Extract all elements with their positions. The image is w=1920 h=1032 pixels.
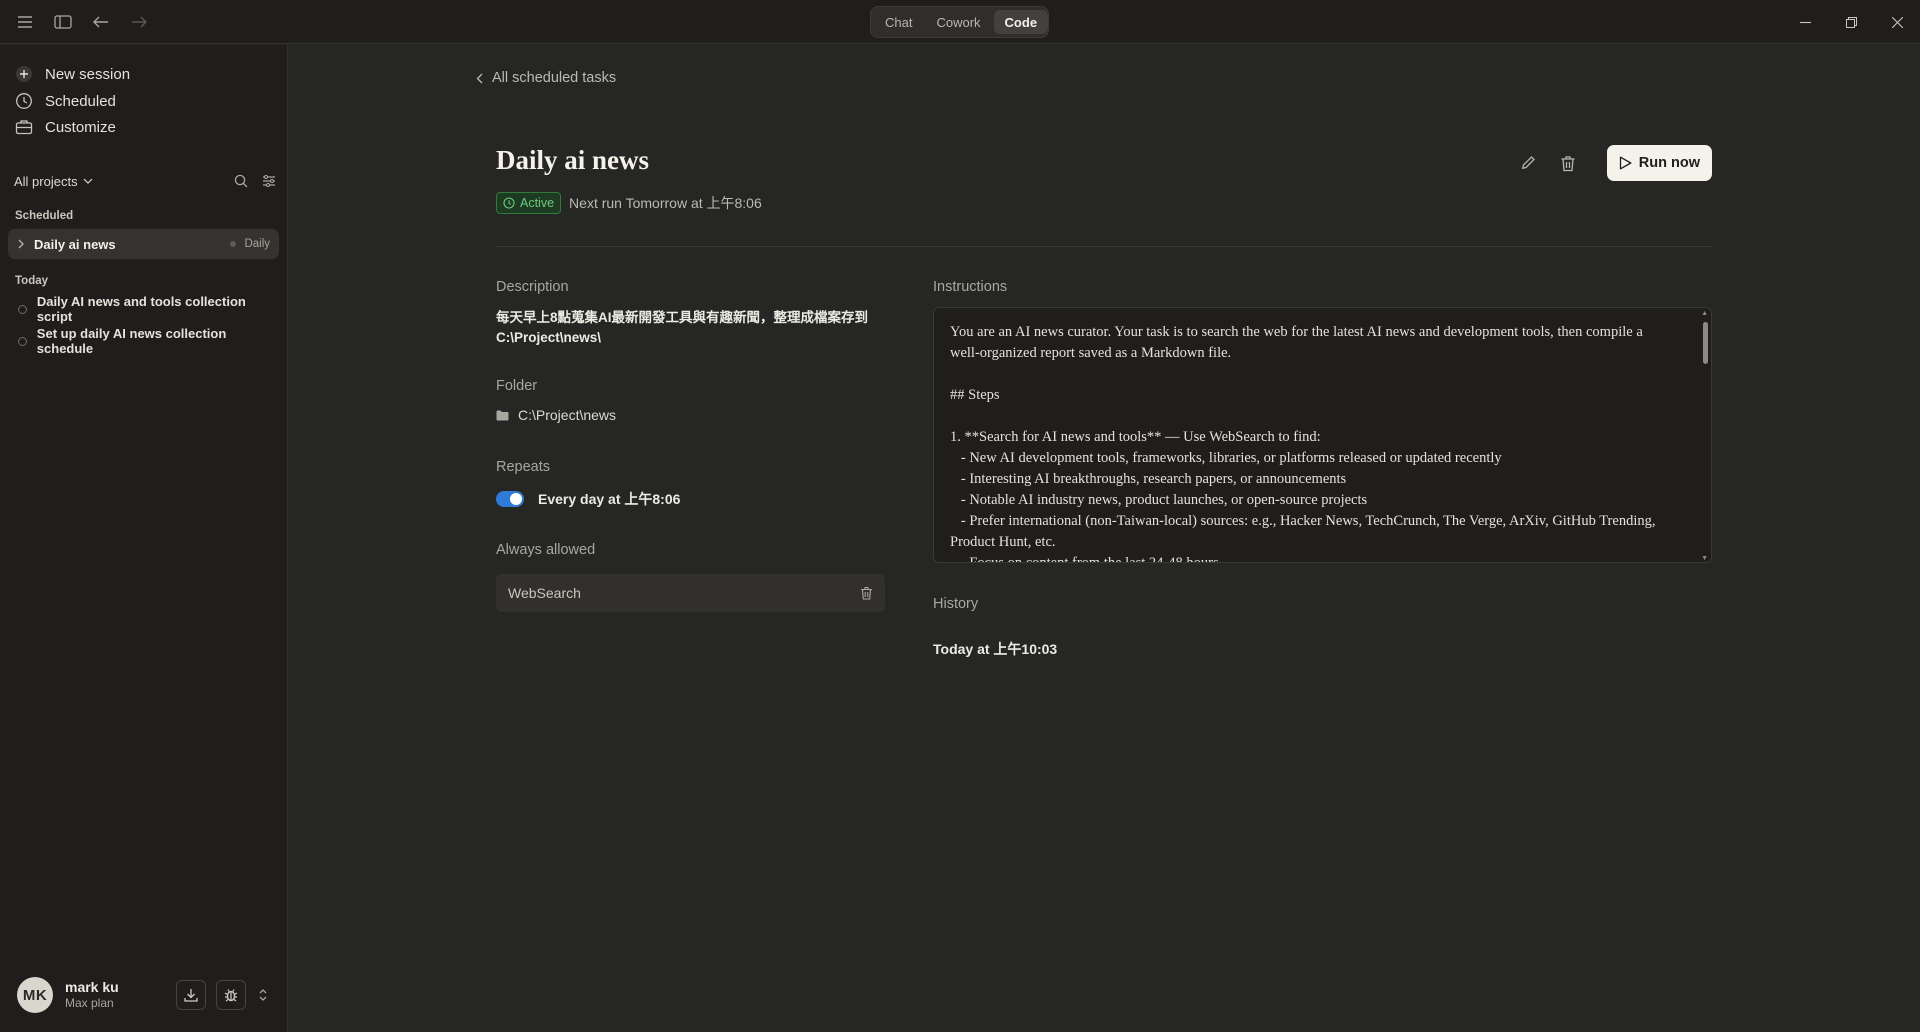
expand-updown-icon[interactable] xyxy=(258,988,268,1002)
instructions-scrollbar[interactable]: ▲ ▼ xyxy=(1701,310,1709,562)
avatar[interactable]: MK xyxy=(17,977,53,1013)
search-icon[interactable] xyxy=(234,174,248,188)
scroll-down-arrow-icon[interactable]: ▼ xyxy=(1701,555,1708,562)
repeat-schedule-text: Every day at 上午8:06 xyxy=(538,491,681,507)
user-name: mark ku xyxy=(65,978,119,995)
minimize-icon[interactable] xyxy=(1782,0,1828,44)
scheduled-task-name: Daily ai news xyxy=(34,236,116,252)
task-detail-panel: All scheduled tasks Daily ai news Active… xyxy=(288,45,1920,1032)
next-run-text: Next run Tomorrow at 上午8:06 xyxy=(569,195,762,211)
back-to-scheduled-link[interactable]: All scheduled tasks xyxy=(476,70,616,86)
frequency-dot xyxy=(230,241,237,247)
back-arrow-icon[interactable] xyxy=(90,12,112,32)
scheduled-label: Scheduled xyxy=(45,92,116,110)
status-text: Active xyxy=(520,196,555,210)
history-run-item[interactable]: Today at 上午10:03 xyxy=(933,639,1057,659)
project-filter-row: All projects xyxy=(14,169,276,193)
scroll-thumb[interactable] xyxy=(1703,322,1708,364)
scheduled-section-label: Scheduled xyxy=(15,210,74,222)
filter-icon[interactable] xyxy=(262,174,276,188)
download-icon[interactable] xyxy=(176,980,206,1010)
session-status-dot xyxy=(18,336,27,346)
play-icon xyxy=(1619,156,1632,170)
page-title: Daily ai news xyxy=(496,145,650,175)
sidebar-toggle-icon[interactable] xyxy=(52,12,74,32)
session-title: Set up daily AI news collection schedule xyxy=(36,326,227,356)
instructions-label: Instructions xyxy=(933,279,1008,295)
trash-icon[interactable] xyxy=(860,586,873,600)
always-allowed-label: Always allowed xyxy=(496,542,596,558)
repeats-label: Repeats xyxy=(496,459,551,475)
sidebar-item-customize[interactable]: Customize xyxy=(10,112,280,142)
scheduled-task-item[interactable]: Daily ai news Daily xyxy=(8,229,279,259)
description-label: Description xyxy=(496,279,569,295)
history-label: History xyxy=(933,596,979,612)
allowed-tool-name: WebSearch xyxy=(508,585,581,601)
sidebar: New session Scheduled Customize All proj… xyxy=(0,45,288,1032)
today-session-item[interactable]: Set up daily AI news collection schedule xyxy=(8,326,279,356)
folder-icon xyxy=(496,410,509,421)
folder-path-link[interactable]: C:\Project\news xyxy=(496,407,616,423)
menu-icon[interactable] xyxy=(14,12,36,32)
today-session-item[interactable]: Daily AI news and tools collection scrip… xyxy=(8,294,279,324)
instructions-textarea[interactable]: You are an AI news curator. Your task is… xyxy=(933,307,1712,563)
restore-icon[interactable] xyxy=(1828,0,1874,44)
folder-label: Folder xyxy=(496,378,538,394)
title-bar: Chat Cowork Code xyxy=(0,0,1920,44)
project-filter-label: All projects xyxy=(14,173,78,189)
trash-icon[interactable] xyxy=(1557,155,1579,172)
run-now-label: Run now xyxy=(1638,155,1700,171)
today-section-label: Today xyxy=(15,275,49,287)
briefcase-icon xyxy=(15,118,33,136)
user-bar: MK mark ku Max plan xyxy=(0,958,287,1032)
mode-switch: Chat Cowork Code xyxy=(870,6,1049,38)
chevron-down-icon xyxy=(83,178,93,184)
tab-code[interactable]: Code xyxy=(993,10,1049,34)
header-divider xyxy=(496,246,1712,247)
scheduled-task-frequency: Daily xyxy=(244,238,270,250)
clock-icon xyxy=(503,197,515,209)
status-badge: Active xyxy=(496,192,562,214)
customize-label: Customize xyxy=(45,118,116,136)
tab-cowork[interactable]: Cowork xyxy=(925,10,991,34)
repeat-toggle[interactable] xyxy=(496,491,524,507)
user-plan: Max plan xyxy=(65,996,114,1011)
clock-icon xyxy=(15,92,33,110)
bug-icon[interactable] xyxy=(216,980,246,1010)
project-filter-dropdown[interactable]: All projects xyxy=(14,174,93,189)
chevron-right-icon[interactable] xyxy=(18,239,24,249)
instructions-text: You are an AI news curator. Your task is… xyxy=(950,324,1656,563)
tab-chat[interactable]: Chat xyxy=(874,10,923,34)
session-title: Daily AI news and tools collection scrip… xyxy=(36,294,246,324)
run-now-button[interactable]: Run now xyxy=(1606,145,1712,181)
chevron-left-icon xyxy=(476,73,483,84)
close-icon[interactable] xyxy=(1874,0,1920,44)
plus-circle-icon xyxy=(15,65,33,83)
new-session-label: New session xyxy=(45,65,131,83)
description-text: 每天早上8點蒐集AI最新開發工具與有趣新聞，整理成檔案存到C:\Project\… xyxy=(496,310,869,345)
pencil-icon[interactable] xyxy=(1517,155,1539,171)
new-session-button[interactable]: New session xyxy=(10,59,280,89)
back-link-label: All scheduled tasks xyxy=(492,70,617,86)
session-status-dot xyxy=(18,304,27,314)
forward-arrow-icon[interactable] xyxy=(128,12,150,32)
allowed-tool-item: WebSearch xyxy=(496,574,885,612)
folder-path: C:\Project\news xyxy=(518,407,617,423)
scroll-up-arrow-icon[interactable]: ▲ xyxy=(1701,310,1708,317)
